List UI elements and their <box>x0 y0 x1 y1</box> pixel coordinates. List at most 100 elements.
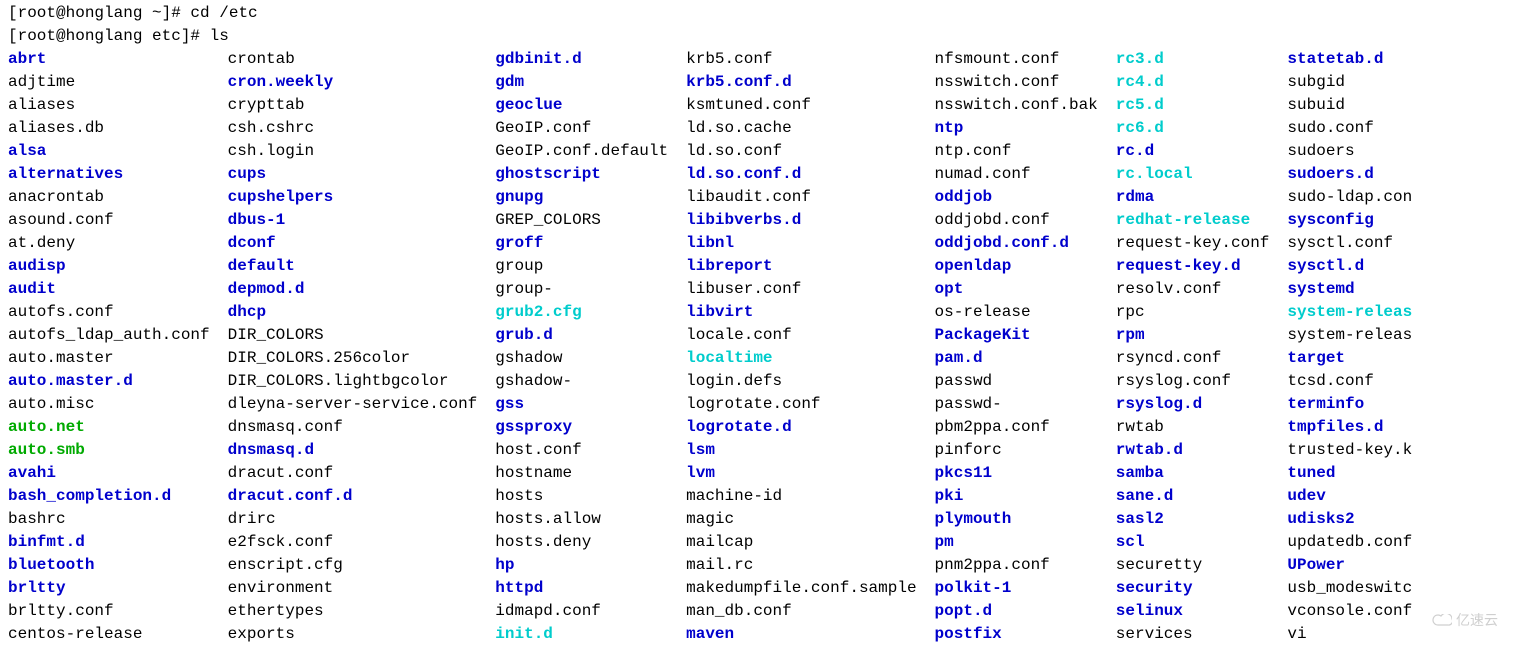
ls-entry: dracut.conf <box>228 462 478 485</box>
ls-entry: audisp <box>8 255 210 278</box>
terminal[interactable]: [root@honglang ~]# cd /etc [root@honglan… <box>0 0 1518 648</box>
ls-entry: dleyna-server-service.conf <box>228 393 478 416</box>
ls-entry: rsyslog.d <box>1116 393 1270 416</box>
ls-entry: pm <box>935 531 1098 554</box>
ls-entry: dnsmasq.d <box>228 439 478 462</box>
ls-entry: gdbinit.d <box>495 48 668 71</box>
ls-entry: exports <box>228 623 478 646</box>
ls-entry: gdm <box>495 71 668 94</box>
ls-entry: man_db.conf <box>686 600 916 623</box>
ls-entry: init.d <box>495 623 668 646</box>
ls-entry: hp <box>495 554 668 577</box>
ls-entry: pki <box>935 485 1098 508</box>
ls-entry: popt.d <box>935 600 1098 623</box>
ls-entry: nsswitch.conf <box>935 71 1098 94</box>
ls-entry: security <box>1116 577 1270 600</box>
ls-entry: rwtab.d <box>1116 439 1270 462</box>
ls-entry: sudoers.d <box>1287 163 1412 186</box>
ls-entry: centos-release <box>8 623 210 646</box>
ls-entry: hosts <box>495 485 668 508</box>
ls-entry: statetab.d <box>1287 48 1412 71</box>
ls-entry: grub2.cfg <box>495 301 668 324</box>
ls-entry: ntp <box>935 117 1098 140</box>
ls-entry: auto.master.d <box>8 370 210 393</box>
ls-entry: group <box>495 255 668 278</box>
ls-entry: crypttab <box>228 94 478 117</box>
prompt-line-2: [root@honglang etc]# ls <box>8 25 1510 48</box>
ls-entry: terminfo <box>1287 393 1412 416</box>
ls-entry: ld.so.conf.d <box>686 163 916 186</box>
ls-entry: autofs.conf <box>8 301 210 324</box>
ls-entry: udev <box>1287 485 1412 508</box>
ls-entry: GREP_COLORS <box>495 209 668 232</box>
ls-entry: sysconfig <box>1287 209 1412 232</box>
ls-entry: oddjobd.conf.d <box>935 232 1098 255</box>
ls-entry: DIR_COLORS.lightbgcolor <box>228 370 478 393</box>
ls-entry: hosts.allow <box>495 508 668 531</box>
ls-entry: subuid <box>1287 94 1412 117</box>
ls-column: krb5.confkrb5.conf.dksmtuned.confld.so.c… <box>686 48 916 646</box>
ls-entry: krb5.conf <box>686 48 916 71</box>
ls-entry: depmod.d <box>228 278 478 301</box>
ls-entry: dbus-1 <box>228 209 478 232</box>
ls-entry: libuser.conf <box>686 278 916 301</box>
ls-entry: brltty.conf <box>8 600 210 623</box>
ls-entry: group- <box>495 278 668 301</box>
ls-entry: tmpfiles.d <box>1287 416 1412 439</box>
ls-entry: mailcap <box>686 531 916 554</box>
ls-entry: rc.d <box>1116 140 1270 163</box>
ls-entry: DIR_COLORS.256color <box>228 347 478 370</box>
ls-entry: gssproxy <box>495 416 668 439</box>
ls-entry: updatedb.conf <box>1287 531 1412 554</box>
ls-entry: bashrc <box>8 508 210 531</box>
ls-entry: scl <box>1116 531 1270 554</box>
ls-entry: trusted-key.k <box>1287 439 1412 462</box>
ls-entry: PackageKit <box>935 324 1098 347</box>
ls-entry: makedumpfile.conf.sample <box>686 577 916 600</box>
ls-entry: auto.smb <box>8 439 210 462</box>
ls-entry: lsm <box>686 439 916 462</box>
ls-entry: enscript.cfg <box>228 554 478 577</box>
ls-entry: gnupg <box>495 186 668 209</box>
ls-entry: hosts.deny <box>495 531 668 554</box>
ls-entry: libnl <box>686 232 916 255</box>
ls-entry: logrotate.conf <box>686 393 916 416</box>
ls-entry: ksmtuned.conf <box>686 94 916 117</box>
ls-entry: locale.conf <box>686 324 916 347</box>
ls-entry: openldap <box>935 255 1098 278</box>
ls-entry: vconsole.conf <box>1287 600 1412 623</box>
ls-entry: bluetooth <box>8 554 210 577</box>
ls-entry: host.conf <box>495 439 668 462</box>
ls-entry: login.defs <box>686 370 916 393</box>
ls-entry: dconf <box>228 232 478 255</box>
ls-entry: gshadow- <box>495 370 668 393</box>
ls-entry: gss <box>495 393 668 416</box>
ls-entry: target <box>1287 347 1412 370</box>
ls-entry: gshadow <box>495 347 668 370</box>
ls-entry: libaudit.conf <box>686 186 916 209</box>
ls-entry: subgid <box>1287 71 1412 94</box>
ls-entry: drirc <box>228 508 478 531</box>
ls-entry: request-key.d <box>1116 255 1270 278</box>
ls-entry: grub.d <box>495 324 668 347</box>
ls-entry: audit <box>8 278 210 301</box>
ls-entry: passwd <box>935 370 1098 393</box>
ls-entry: tcsd.conf <box>1287 370 1412 393</box>
ls-entry: ghostscript <box>495 163 668 186</box>
ls-entry: securetty <box>1116 554 1270 577</box>
ls-entry: rpm <box>1116 324 1270 347</box>
ls-entry: libvirt <box>686 301 916 324</box>
ls-entry: polkit-1 <box>935 577 1098 600</box>
ls-column: nfsmount.confnsswitch.confnsswitch.conf.… <box>935 48 1098 646</box>
ls-entry: adjtime <box>8 71 210 94</box>
ls-entry: tuned <box>1287 462 1412 485</box>
ls-entry: avahi <box>8 462 210 485</box>
ls-entry: aliases.db <box>8 117 210 140</box>
ls-entry: plymouth <box>935 508 1098 531</box>
ls-entry: mail.rc <box>686 554 916 577</box>
ls-entry: usb_modeswitc <box>1287 577 1412 600</box>
ls-entry: localtime <box>686 347 916 370</box>
ls-entry: rc6.d <box>1116 117 1270 140</box>
ls-entry: UPower <box>1287 554 1412 577</box>
ls-entry: systemd <box>1287 278 1412 301</box>
